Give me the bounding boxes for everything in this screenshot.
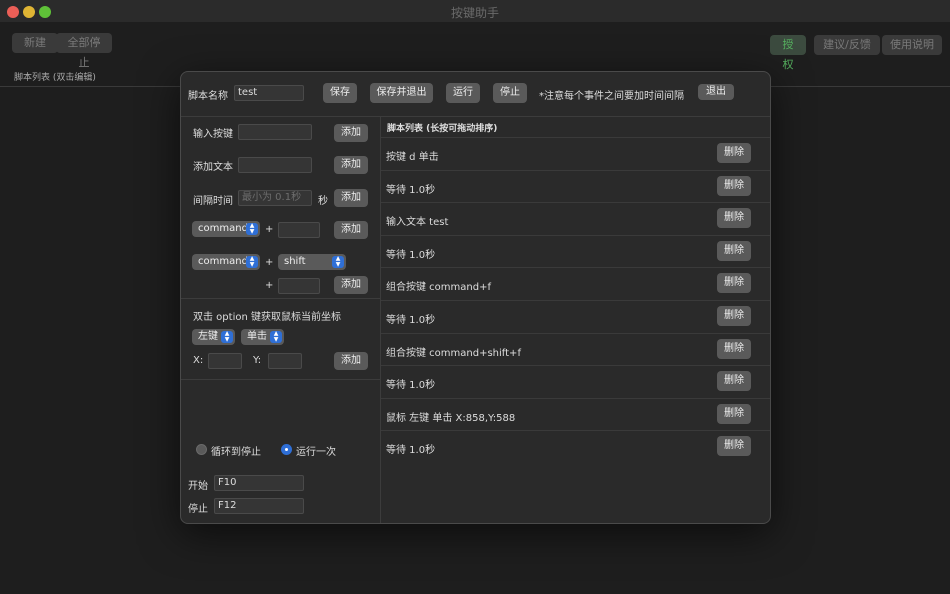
y-coordinate-field[interactable]	[268, 353, 302, 369]
mouse-button-value: 左键	[198, 331, 218, 342]
plus-sign: +	[265, 224, 274, 235]
event-row[interactable]	[381, 300, 770, 333]
modifier-select-3-value: shift	[284, 256, 306, 267]
window-title: 按键助手	[450, 6, 499, 20]
updown-chevron-icon: ▲ ▼	[332, 256, 344, 268]
x-label: X:	[193, 355, 204, 366]
event-text: 等待 1.0秒	[386, 249, 436, 261]
mouse-hint: 双击 option 键获取鼠标当前坐标	[193, 312, 341, 323]
event-row[interactable]	[381, 365, 770, 398]
once-label: 运行一次	[296, 447, 336, 458]
header-divider	[181, 116, 770, 117]
add-key-button[interactable]: 添加	[334, 124, 368, 142]
input-key-field[interactable]	[238, 124, 312, 140]
event-text: 等待 1.0秒	[386, 315, 436, 326]
interval-field[interactable]: 最小为 0.1秒	[238, 190, 312, 206]
script-name-input[interactable]: test	[234, 85, 304, 101]
script-list-label: 脚本列表 (双击编辑)	[14, 73, 96, 83]
y-label: Y:	[253, 355, 262, 366]
event-text: 鼠标 左键 单击 X:858,Y:588	[386, 412, 516, 424]
delete-event-button[interactable]: 删除	[717, 306, 751, 326]
script-editor-sheet: 脚本名称 test 保存 保存并退出 运行 停止 *注意每个事件之间要加时间间隔…	[180, 71, 771, 524]
modifier-select-2[interactable]: command ▲ ▼	[192, 254, 260, 270]
delete-event-button[interactable]: 删除	[717, 208, 751, 229]
save-button[interactable]: 保存	[323, 83, 357, 103]
modifier-select-3[interactable]: shift ▲ ▼	[278, 254, 346, 270]
add-interval-button[interactable]: 添加	[334, 189, 368, 207]
run-button[interactable]: 运行	[446, 83, 480, 103]
add-text-button[interactable]: 添加	[334, 156, 368, 174]
notice-text: *注意每个事件之间要加时间间隔	[539, 91, 684, 102]
add-text-field[interactable]	[238, 157, 312, 173]
interval-unit: 秒	[318, 196, 328, 207]
add-combo2-button[interactable]: 添加	[334, 276, 368, 294]
event-row[interactable]	[381, 169, 770, 203]
plus-sign: +	[265, 257, 274, 268]
feedback-button[interactable]: 建议/反馈	[814, 35, 880, 55]
event-text: 等待 1.0秒	[386, 445, 436, 457]
delete-event-button[interactable]: 删除	[717, 403, 751, 424]
stop-hotkey-field[interactable]: F12	[214, 498, 304, 514]
delete-event-button[interactable]: 删除	[717, 338, 751, 359]
delete-event-button[interactable]: 删除	[717, 436, 751, 457]
help-button[interactable]: 使用说明	[882, 35, 942, 55]
click-type-select[interactable]: 单击 ▲ ▼	[241, 329, 284, 345]
modifier-select-1[interactable]: command ▲ ▼	[192, 221, 260, 237]
script-name-label: 脚本名称	[188, 91, 228, 102]
stop-all-button[interactable]: 全部停止	[56, 33, 112, 69]
updown-chevron-icon: ▲ ▼	[221, 331, 233, 343]
updown-chevron-icon: ▲ ▼	[246, 223, 258, 235]
x-coordinate-field[interactable]	[208, 353, 242, 369]
combo1-key-field[interactable]	[278, 222, 320, 238]
section-divider	[181, 379, 380, 380]
stop-hotkey-label: 停止	[188, 504, 208, 515]
event-text: 按键 d 单击	[386, 152, 439, 163]
start-hotkey-label: 开始	[188, 481, 208, 492]
delete-event-button[interactable]: 删除	[717, 143, 751, 163]
event-text: 等待 1.0秒	[386, 380, 436, 392]
add-text-label: 添加文本	[193, 162, 233, 173]
event-text: 组合按键 command+shift+f	[386, 347, 521, 359]
section-divider	[181, 298, 380, 299]
event-row[interactable]	[381, 234, 770, 268]
event-text: 组合按键 command+f	[386, 282, 491, 294]
once-radio[interactable]	[281, 444, 292, 455]
delete-event-button[interactable]: 删除	[717, 175, 751, 196]
event-row[interactable]	[381, 137, 770, 170]
event-text: 等待 1.0秒	[386, 184, 436, 196]
modifier-select-1-value: command	[198, 223, 248, 234]
click-type-value: 单击	[247, 331, 267, 342]
mouse-button-select[interactable]: 左键 ▲ ▼	[192, 329, 235, 345]
add-combo1-button[interactable]: 添加	[334, 221, 368, 239]
delete-event-button[interactable]: 删除	[717, 240, 751, 261]
delete-event-button[interactable]: 删除	[717, 273, 751, 294]
authorize-button[interactable]: 授权	[770, 35, 806, 71]
loop-label: 循环到停止	[211, 447, 261, 458]
delete-event-button[interactable]: 删除	[717, 371, 751, 392]
modifier-select-2-value: command	[198, 256, 248, 267]
plus-sign: +	[265, 280, 274, 291]
combo2-key-field[interactable]	[278, 278, 320, 294]
new-script-button[interactable]: 新建	[12, 33, 58, 53]
event-text: 输入文本 test	[386, 217, 449, 229]
loop-radio[interactable]	[196, 444, 207, 455]
event-list-header: 脚本列表 (长按可拖动排序)	[387, 124, 498, 134]
interval-label: 间隔时间	[193, 196, 233, 207]
event-row[interactable]	[381, 430, 770, 463]
updown-chevron-icon: ▲ ▼	[246, 256, 258, 268]
save-and-exit-button[interactable]: 保存并退出	[370, 83, 433, 103]
input-key-label: 输入按键	[193, 129, 233, 140]
start-hotkey-field[interactable]: F10	[214, 475, 304, 491]
stop-button[interactable]: 停止	[493, 83, 527, 103]
updown-chevron-icon: ▲ ▼	[270, 331, 282, 343]
add-mouse-button[interactable]: 添加	[334, 352, 368, 370]
exit-button[interactable]: 退出	[698, 84, 734, 100]
